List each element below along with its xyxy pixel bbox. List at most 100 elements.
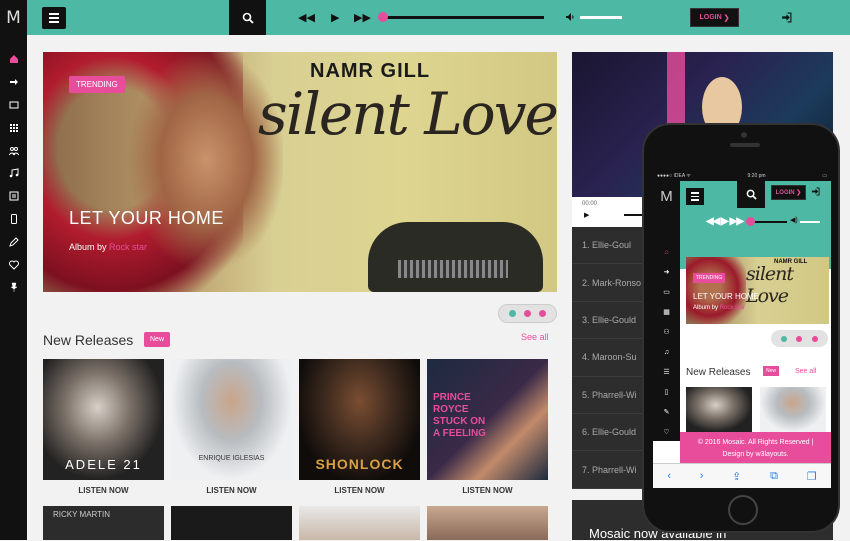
app-logo[interactable]: M: [0, 0, 27, 35]
carousel-dot-3[interactable]: [539, 310, 546, 317]
trending-tag[interactable]: TRENDING: [69, 76, 125, 93]
phone-footer: © 2016 Mosaic. All Rights Reserved | Des…: [680, 432, 831, 463]
new-badge: New: [144, 332, 171, 347]
home-icon[interactable]: ⌂: [653, 242, 680, 262]
video-play-icon[interactable]: ▶: [584, 211, 589, 219]
album-artist-link[interactable]: Rock star: [109, 242, 147, 252]
phone-top-bar: LOGIN ❯ ◀◀ ▶ ▶▶ ◀): [680, 181, 831, 269]
sign-in-icon[interactable]: ➜: [653, 262, 680, 282]
tabs-icon[interactable]: ❐: [807, 470, 817, 483]
new-releases-title: New Releases: [43, 332, 134, 348]
heart-icon[interactable]: ♡: [653, 422, 680, 442]
trending-tag[interactable]: TRENDING: [693, 273, 726, 283]
music-icon[interactable]: ♫: [653, 342, 680, 362]
phone-playback-controls[interactable]: ◀◀ ▶ ▶▶: [706, 216, 744, 227]
back-icon[interactable]: ‹: [667, 470, 671, 482]
phone-progress-knob[interactable]: [746, 217, 755, 226]
share-icon[interactable]: ⇪: [732, 470, 741, 483]
hero-song-art: silent Love: [258, 80, 557, 148]
search-button[interactable]: [229, 0, 266, 35]
list-icon[interactable]: ☰: [653, 362, 680, 382]
phone-search-button[interactable]: [737, 181, 765, 208]
grid-icon[interactable]: ▦: [653, 302, 680, 322]
mobile-icon[interactable]: ▯: [653, 382, 680, 402]
grid-icon[interactable]: [0, 116, 27, 139]
carousel-dot-2[interactable]: [524, 310, 531, 317]
hero-subtitle: Album by Rock star: [693, 305, 746, 311]
carousel-dots: [498, 304, 557, 323]
phone-see-all-link[interactable]: See all: [795, 368, 816, 375]
hero-banner[interactable]: TRENDING NAMR GILL silent Love LET YOUR …: [43, 52, 557, 292]
hero-title: LET YOUR HOME: [69, 208, 224, 228]
pencil-icon[interactable]: ✎: [653, 402, 680, 422]
phone-hero-banner[interactable]: TRENDING NAMR GILL silent Love LET YOUR …: [686, 257, 829, 324]
mobile-icon[interactable]: [0, 208, 27, 231]
listen-now-button[interactable]: LISTEN NOW: [171, 486, 292, 495]
video-time: 00:00: [582, 201, 598, 207]
progress-knob[interactable]: [378, 12, 388, 22]
see-all-link[interactable]: See all: [521, 332, 549, 342]
chevron-right-icon: ❯: [723, 14, 730, 22]
forward-icon[interactable]: ›: [700, 470, 704, 482]
phone-sidebar-nav: ⌂ ➜ ▭ ▦ ⚇ ♫ ☰ ▯ ✎ ♡: [653, 242, 680, 442]
album-cover[interactable]: SHONLOCK: [299, 359, 420, 480]
phone-screen: ●●●●○ IDEA ᯤ 9:20 pm ▭ M ⌂ ➜ ▭ ▦ ⚇ ♫ ☰ ▯…: [653, 170, 831, 488]
video-icon[interactable]: [0, 94, 27, 117]
rewind-button[interactable]: ◀◀: [298, 11, 315, 24]
album-cover[interactable]: ADELE 21: [43, 359, 164, 480]
video-icon[interactable]: ▭: [653, 282, 680, 302]
video-progress[interactable]: [624, 214, 644, 216]
sign-in-icon[interactable]: [781, 12, 792, 23]
search-icon: [746, 189, 757, 200]
hero-subtitle: Album by Rock star: [69, 242, 148, 252]
music-icon[interactable]: [0, 162, 27, 185]
carousel-dot-1[interactable]: [509, 310, 516, 317]
progress-bar[interactable]: [380, 16, 544, 19]
menu-button[interactable]: [42, 7, 66, 29]
listen-now-button[interactable]: LISTEN NOW: [299, 486, 420, 495]
volume-icon[interactable]: ◀): [790, 216, 798, 224]
home-icon[interactable]: [0, 48, 27, 71]
users-icon[interactable]: ⚇: [653, 322, 680, 342]
phone-camera: [741, 132, 747, 138]
login-button[interactable]: LOGIN ❯: [690, 8, 739, 27]
pencil-icon[interactable]: [0, 230, 27, 253]
pin-icon[interactable]: [0, 276, 27, 299]
album-cover[interactable]: [427, 506, 548, 540]
bookmarks-icon[interactable]: ⧉: [770, 470, 778, 483]
phone-new-badge: New: [763, 366, 780, 376]
sidebar-nav: [0, 48, 27, 299]
hero-title: LET YOUR HOME: [693, 292, 759, 301]
sign-in-icon[interactable]: [0, 71, 27, 94]
phone-logo[interactable]: M: [653, 181, 680, 211]
phone-mockup: ●●●●○ IDEA ᯤ 9:20 pm ▭ M ⌂ ➜ ▭ ▦ ⚇ ♫ ☰ ▯…: [642, 123, 840, 533]
album-cover[interactable]: [171, 506, 292, 540]
phone-status-bar: ●●●●○ IDEA ᯤ 9:20 pm ▭: [653, 170, 831, 181]
phone-album-cover[interactable]: [760, 387, 826, 432]
phone-menu-button[interactable]: [686, 188, 704, 205]
phone-new-releases-title: New Releases: [686, 367, 751, 378]
top-bar: ◀◀ ▶ ▶▶ LOGIN ❯: [27, 0, 850, 35]
forward-button[interactable]: ▶▶: [354, 11, 371, 24]
album-cover[interactable]: ENRIQUE IGLESIAS: [171, 359, 292, 480]
search-icon: [242, 12, 254, 24]
sidebar: M: [0, 0, 27, 540]
phone-album-cover[interactable]: [686, 387, 752, 432]
users-icon[interactable]: [0, 139, 27, 162]
volume-icon[interactable]: [565, 12, 575, 22]
volume-slider[interactable]: [580, 16, 622, 19]
album-cover[interactable]: RICKY MARTIN: [43, 506, 164, 540]
sign-in-icon[interactable]: [811, 187, 820, 196]
phone-volume-slider[interactable]: [800, 221, 820, 223]
heart-icon[interactable]: [0, 253, 27, 276]
album-cover[interactable]: [299, 506, 420, 540]
phone-carousel-dots: [771, 330, 828, 347]
phone-login-button[interactable]: LOGIN ❯: [771, 185, 806, 200]
list-icon[interactable]: [0, 185, 27, 208]
car-image: [368, 222, 543, 292]
listen-now-button[interactable]: LISTEN NOW: [43, 486, 164, 495]
album-cover[interactable]: PRINCE ROYCE STUCK ON A FEELING: [427, 359, 548, 480]
play-button[interactable]: ▶: [331, 11, 339, 24]
phone-speaker: [730, 143, 760, 147]
listen-now-button[interactable]: LISTEN NOW: [427, 486, 548, 495]
